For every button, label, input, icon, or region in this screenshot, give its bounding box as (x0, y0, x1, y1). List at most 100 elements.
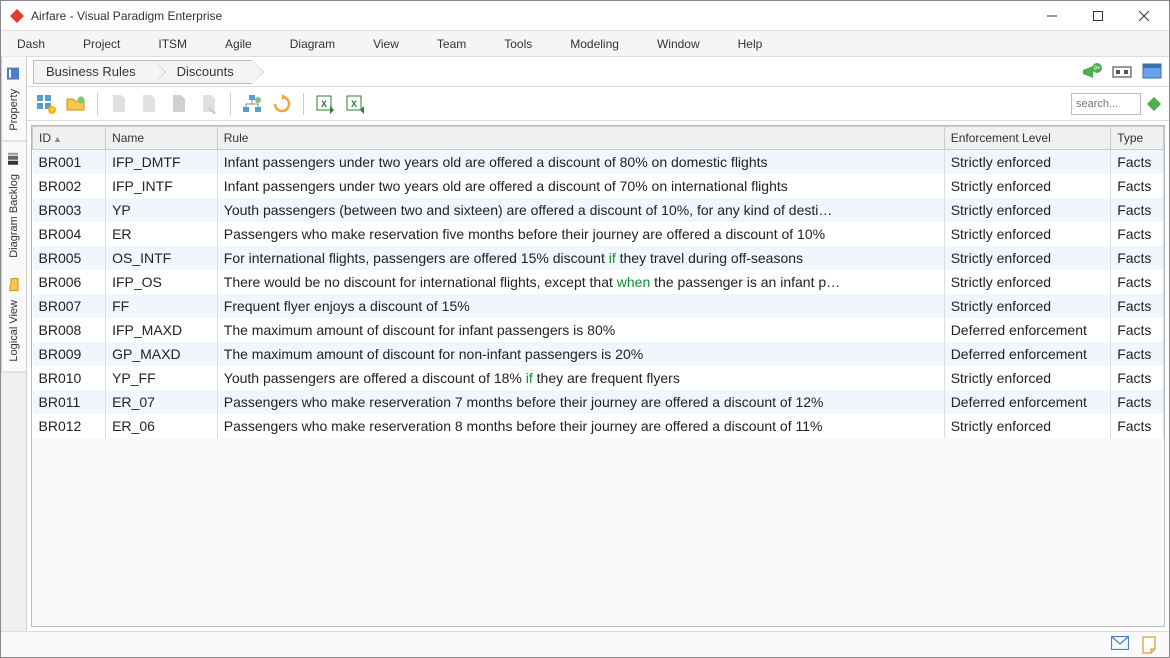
cell: Facts (1111, 270, 1164, 294)
doc-button-3[interactable] (166, 91, 192, 117)
cell: Passengers who make reservation five mon… (217, 222, 944, 246)
table-row[interactable]: BR004ERPassengers who make reservation f… (33, 222, 1164, 246)
menu-agile[interactable]: Agile (219, 33, 258, 55)
cell: The maximum amount of discount for non-i… (217, 342, 944, 366)
breadcrumb: Business RulesDiscounts (33, 60, 1081, 84)
table-row[interactable]: BR001IFP_DMTFInfant passengers under two… (33, 150, 1164, 175)
cell: ER (106, 222, 218, 246)
side-tab-icon (6, 278, 22, 294)
side-tab-diagram-backlog[interactable]: Diagram Backlog (1, 142, 26, 269)
hierarchy-button[interactable] (239, 91, 265, 117)
table-row[interactable]: BR010YP_FFYouth passengers are offered a… (33, 366, 1164, 390)
table-row[interactable]: BR003YPYouth passengers (between two and… (33, 198, 1164, 222)
svg-text:9+: 9+ (1094, 66, 1101, 72)
table-row[interactable]: BR006IFP_OSThere would be no discount fo… (33, 270, 1164, 294)
window-title: Airfare - Visual Paradigm Enterprise (31, 9, 1029, 23)
table-row[interactable]: BR008IFP_MAXDThe maximum amount of disco… (33, 318, 1164, 342)
cell: For international flights, passengers ar… (217, 246, 944, 270)
cell: BR003 (33, 198, 106, 222)
search-input[interactable] (1071, 93, 1141, 115)
cell: Facts (1111, 342, 1164, 366)
menu-help[interactable]: Help (732, 33, 769, 55)
menu-itsm[interactable]: ITSM (152, 33, 193, 55)
table-row[interactable]: BR005OS_INTFFor international flights, p… (33, 246, 1164, 270)
col-header-name[interactable]: Name (106, 127, 218, 150)
table-row[interactable]: BR011ER_07Passengers who make reserverat… (33, 390, 1164, 414)
folder-open-button[interactable] (63, 91, 89, 117)
doc-button-1[interactable] (106, 91, 132, 117)
cell: Deferred enforcement (944, 318, 1111, 342)
cell: OS_INTF (106, 246, 218, 270)
cell: Strictly enforced (944, 246, 1111, 270)
note-icon[interactable] (1141, 636, 1159, 654)
cell: BR002 (33, 174, 106, 198)
breadcrumb-item[interactable]: Business Rules (33, 60, 154, 84)
rules-table-container: ID▲ Name Rule Enforcement Level Type BR0… (31, 125, 1165, 627)
side-tab-property[interactable]: Property (1, 57, 26, 142)
cell: IFP_MAXD (106, 318, 218, 342)
cell: BR006 (33, 270, 106, 294)
svg-text:X: X (321, 99, 327, 109)
excel-export-button[interactable]: X (342, 91, 368, 117)
toolbar: + X X (27, 87, 1169, 121)
excel-import-button[interactable]: X (312, 91, 338, 117)
menu-project[interactable]: Project (77, 33, 126, 55)
cell: Infant passengers under two years old ar… (217, 150, 944, 175)
col-header-id[interactable]: ID▲ (33, 127, 106, 150)
table-row[interactable]: BR002IFP_INTFInfant passengers under two… (33, 174, 1164, 198)
announce-icon[interactable]: 9+ (1081, 61, 1103, 83)
side-tab-label: Property (8, 89, 20, 131)
table-row[interactable]: BR009GP_MAXDThe maximum amount of discou… (33, 342, 1164, 366)
col-header-enforcement[interactable]: Enforcement Level (944, 127, 1111, 150)
cell: ER_06 (106, 414, 218, 438)
cell: Youth passengers are offered a discount … (217, 366, 944, 390)
col-header-type[interactable]: Type (1111, 127, 1164, 150)
cell: Strictly enforced (944, 150, 1111, 175)
menu-modeling[interactable]: Modeling (564, 33, 625, 55)
close-button[interactable] (1121, 1, 1167, 31)
overview-icon[interactable] (1111, 61, 1133, 83)
col-header-rule[interactable]: Rule (217, 127, 944, 150)
doc-button-4[interactable] (196, 91, 222, 117)
menu-view[interactable]: View (367, 33, 405, 55)
status-bar (1, 631, 1169, 657)
table-row[interactable]: BR012ER_06Passengers who make reserverat… (33, 414, 1164, 438)
search-go-icon[interactable] (1147, 96, 1161, 110)
cell: Facts (1111, 174, 1164, 198)
header-right-icons: 9+ (1081, 61, 1163, 83)
menu-team[interactable]: Team (431, 33, 472, 55)
side-tab-label: Diagram Backlog (8, 174, 20, 258)
cell: IFP_INTF (106, 174, 218, 198)
cell: BR004 (33, 222, 106, 246)
cell: Passengers who make reserveration 8 mont… (217, 414, 944, 438)
menu-diagram[interactable]: Diagram (284, 33, 341, 55)
mail-icon[interactable] (1111, 636, 1129, 654)
breadcrumb-row: Business RulesDiscounts 9+ (27, 57, 1169, 87)
panel-icon[interactable] (1141, 61, 1163, 83)
cell: Facts (1111, 294, 1164, 318)
cell: BR005 (33, 246, 106, 270)
main-area: Business RulesDiscounts 9+ + X X (27, 57, 1169, 631)
table-row[interactable]: BR007FFFrequent flyer enjoys a discount … (33, 294, 1164, 318)
menu-dash[interactable]: Dash (11, 33, 51, 55)
cell: Facts (1111, 318, 1164, 342)
maximize-button[interactable] (1075, 1, 1121, 31)
cell: There would be no discount for internati… (217, 270, 944, 294)
cell: Facts (1111, 222, 1164, 246)
menu-window[interactable]: Window (651, 33, 706, 55)
doc-button-2[interactable] (136, 91, 162, 117)
side-tab-logical-view[interactable]: Logical View (1, 268, 26, 373)
cell: IFP_DMTF (106, 150, 218, 175)
minimize-button[interactable] (1029, 1, 1075, 31)
sort-asc-icon: ▲ (53, 134, 62, 144)
cell: Facts (1111, 366, 1164, 390)
cell: Infant passengers under two years old ar… (217, 174, 944, 198)
breadcrumb-item[interactable]: Discounts (154, 60, 252, 84)
cell: YP_FF (106, 366, 218, 390)
grid-add-button[interactable]: + (33, 91, 59, 117)
menu-tools[interactable]: Tools (498, 33, 538, 55)
rules-table: ID▲ Name Rule Enforcement Level Type BR0… (32, 126, 1164, 438)
cell: BR011 (33, 390, 106, 414)
cell: Deferred enforcement (944, 342, 1111, 366)
refresh-button[interactable] (269, 91, 295, 117)
